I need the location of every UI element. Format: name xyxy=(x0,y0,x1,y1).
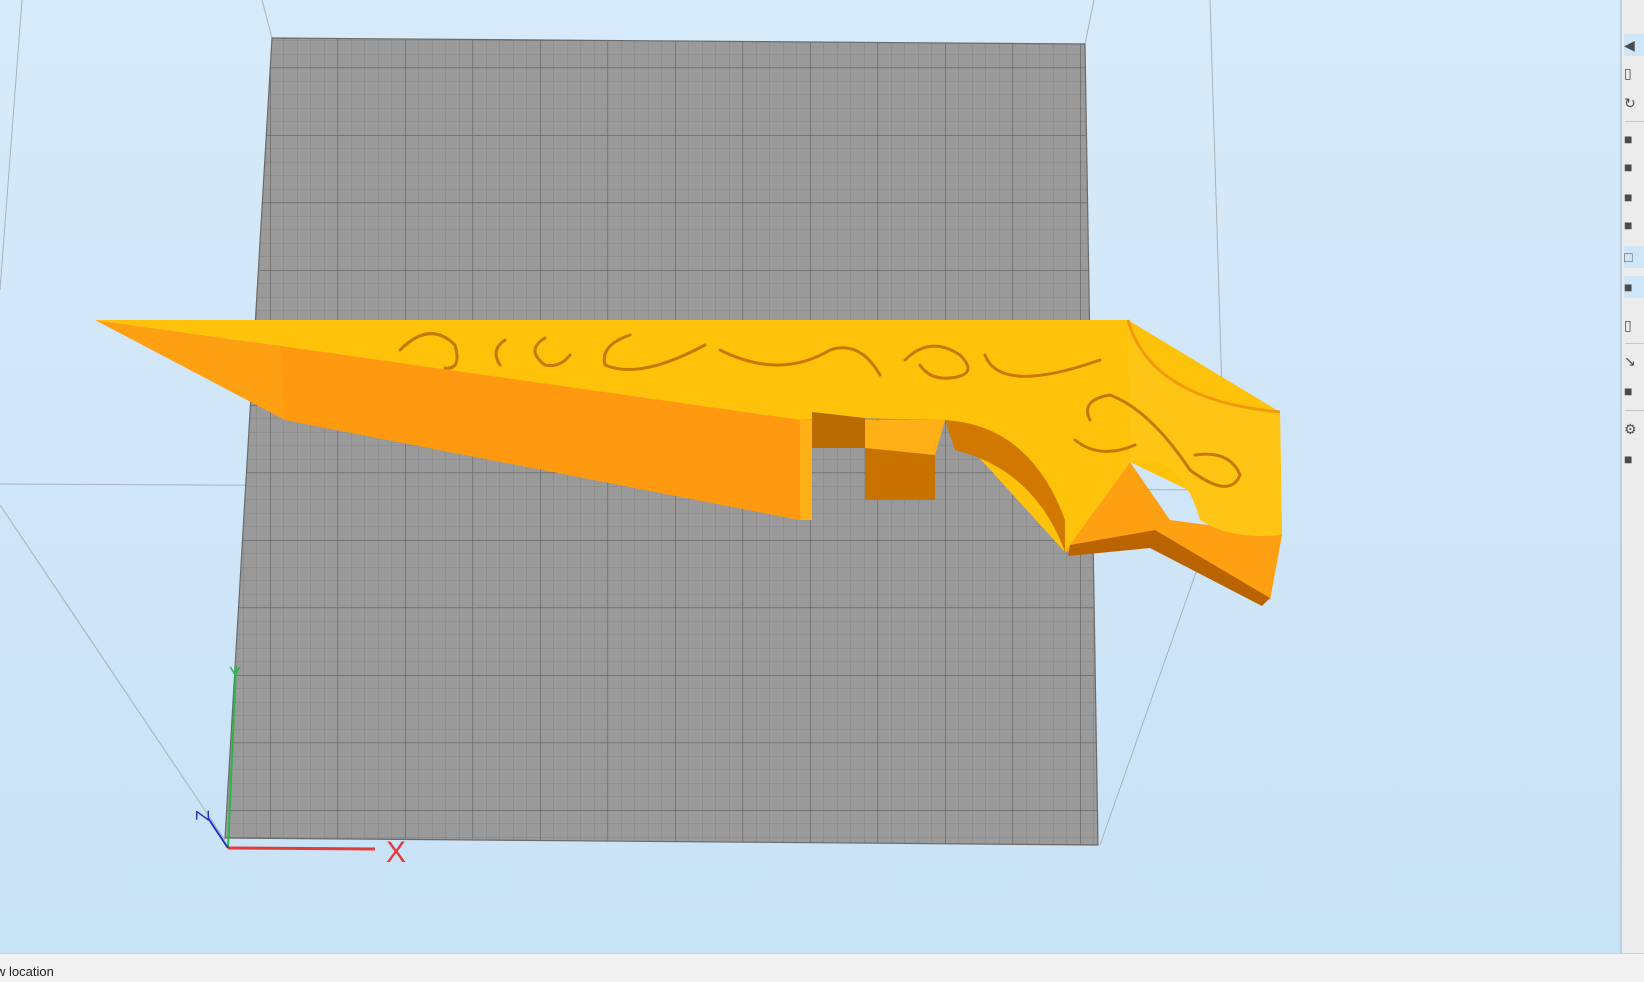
folder-icon[interactable]: ▯ xyxy=(1624,62,1644,84)
right-toolbar: ◀ ▯ ↻ ■ ■ ■ ■ □ ■ ▯ ↘ ■ ⚙ ■ xyxy=(1621,0,1644,953)
status-bar: w location xyxy=(0,953,1644,982)
pointer-icon[interactable]: ↘ xyxy=(1624,350,1644,372)
collapse-arrow-icon[interactable]: ◀ xyxy=(1624,34,1644,56)
gear-icon[interactable]: ⚙ xyxy=(1624,418,1644,440)
view-cube-back-icon[interactable]: ■ xyxy=(1624,156,1644,178)
rotate-icon[interactable]: ↻ xyxy=(1624,92,1644,114)
perspective-icon[interactable]: ▯ xyxy=(1624,314,1644,336)
view-cube-left-icon[interactable]: ■ xyxy=(1624,186,1644,208)
y-axis-label: Y xyxy=(229,664,241,684)
z-axis-label: Z xyxy=(193,810,213,821)
layer-icon[interactable]: ■ xyxy=(1624,448,1644,470)
view-cube-front-icon[interactable]: ■ xyxy=(1624,128,1644,150)
x-axis-label: X xyxy=(386,836,406,869)
view-cube-right-icon[interactable]: ■ xyxy=(1624,214,1644,236)
view-cube-bottom-icon[interactable]: ■ xyxy=(1624,276,1644,298)
status-text: w location xyxy=(0,964,54,979)
3d-viewport[interactable]: Y X Z xyxy=(0,0,1621,953)
view-cube-top-icon[interactable]: □ xyxy=(1624,246,1644,268)
delete-icon[interactable]: ■ xyxy=(1624,380,1644,402)
scene-canvas[interactable]: Y X Z xyxy=(0,0,1620,953)
